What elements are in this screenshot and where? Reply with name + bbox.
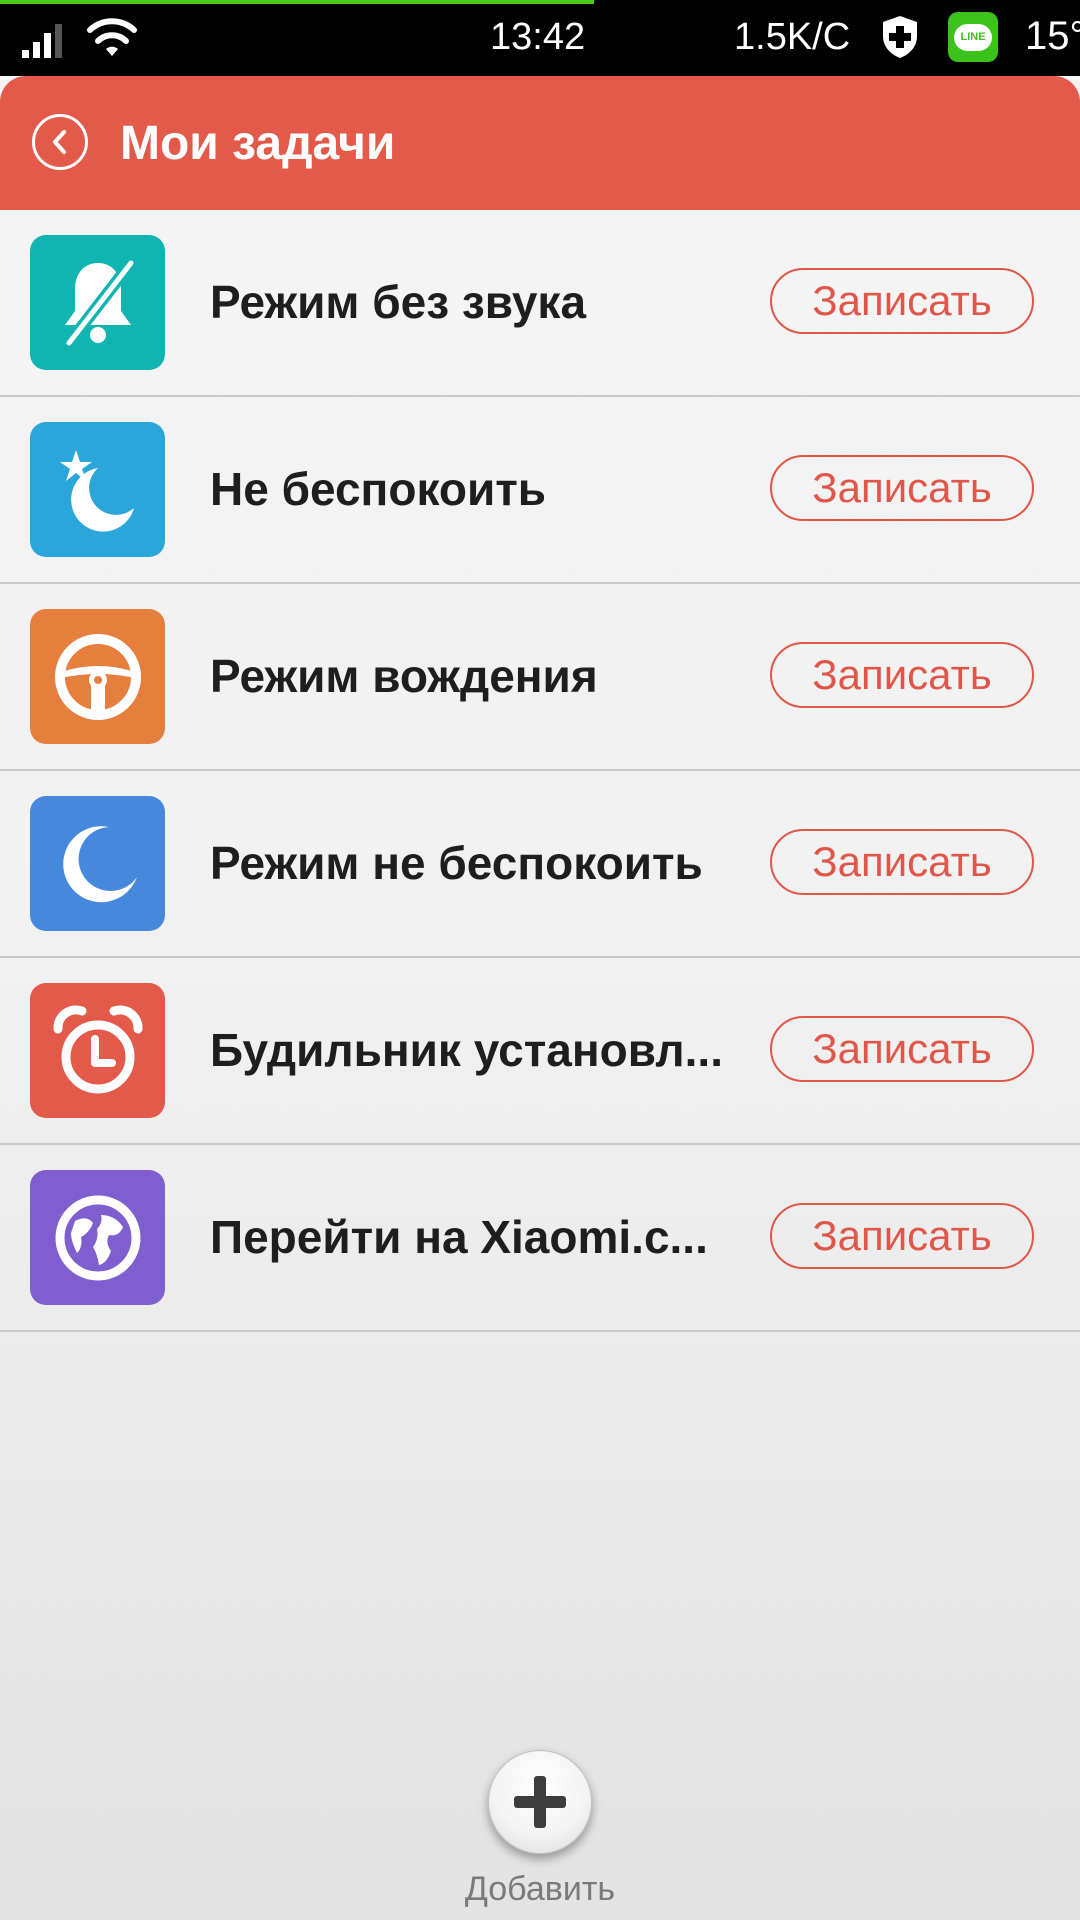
task-row-driving-mode[interactable]: Режим вождения Записать xyxy=(0,584,1080,771)
add-label[interactable]: Добавить xyxy=(440,1870,640,1909)
task-label: Будильник установл... xyxy=(210,1024,723,1076)
task-label: Режим не беспокоить xyxy=(210,837,703,889)
record-button[interactable]: Записать xyxy=(770,268,1034,334)
task-row-alarm[interactable]: Будильник установл... Записать xyxy=(0,958,1080,1145)
line-app-icon: LINE xyxy=(948,12,998,62)
signal-icon xyxy=(22,24,62,58)
status-time: 13:42 xyxy=(490,16,586,58)
back-button[interactable] xyxy=(32,114,88,170)
status-progress-bar xyxy=(0,0,594,4)
record-button[interactable]: Записать xyxy=(770,829,1034,895)
task-row-silent-mode[interactable]: Режим без звука Записать xyxy=(0,210,1080,397)
record-button[interactable]: Записать xyxy=(770,1016,1034,1082)
wifi-icon xyxy=(87,18,137,56)
task-row-dnd-mode[interactable]: Режим не беспокоить Записать xyxy=(0,771,1080,958)
silent-bell-icon xyxy=(30,235,165,370)
record-button[interactable]: Записать xyxy=(770,1203,1034,1269)
status-temperature: 15° xyxy=(1025,14,1080,58)
task-list: Режим без звука Записать Не беспокоить З… xyxy=(0,210,1080,1332)
task-label: Режим без звука xyxy=(210,276,587,328)
task-label: Не беспокоить xyxy=(210,463,547,515)
moon-icon xyxy=(30,796,165,931)
header-bar: Мои задачи xyxy=(0,76,1080,210)
chevron-left-icon xyxy=(53,130,66,154)
alarm-clock-icon xyxy=(30,983,165,1118)
moon-star-icon xyxy=(30,422,165,557)
plus-icon xyxy=(514,1776,566,1828)
task-label: Режим вождения xyxy=(210,650,598,702)
shield-icon xyxy=(883,16,917,58)
task-row-open-website[interactable]: Перейти на Xiaomi.c... Записать xyxy=(0,1145,1080,1332)
task-label: Перейти на Xiaomi.c... xyxy=(210,1211,708,1263)
line-badge-text: LINE xyxy=(954,23,992,51)
add-button[interactable] xyxy=(488,1750,592,1854)
status-bar: 13:42 1.5K/C LINE 15° xyxy=(0,0,1080,76)
globe-icon xyxy=(30,1170,165,1305)
record-button[interactable]: Записать xyxy=(770,642,1034,708)
page-title: Мои задачи xyxy=(120,117,396,170)
record-button[interactable]: Записать xyxy=(770,455,1034,521)
status-network-speed: 1.5K/C xyxy=(734,16,851,58)
task-row-do-not-disturb[interactable]: Не беспокоить Записать xyxy=(0,397,1080,584)
steering-wheel-icon xyxy=(30,609,165,744)
